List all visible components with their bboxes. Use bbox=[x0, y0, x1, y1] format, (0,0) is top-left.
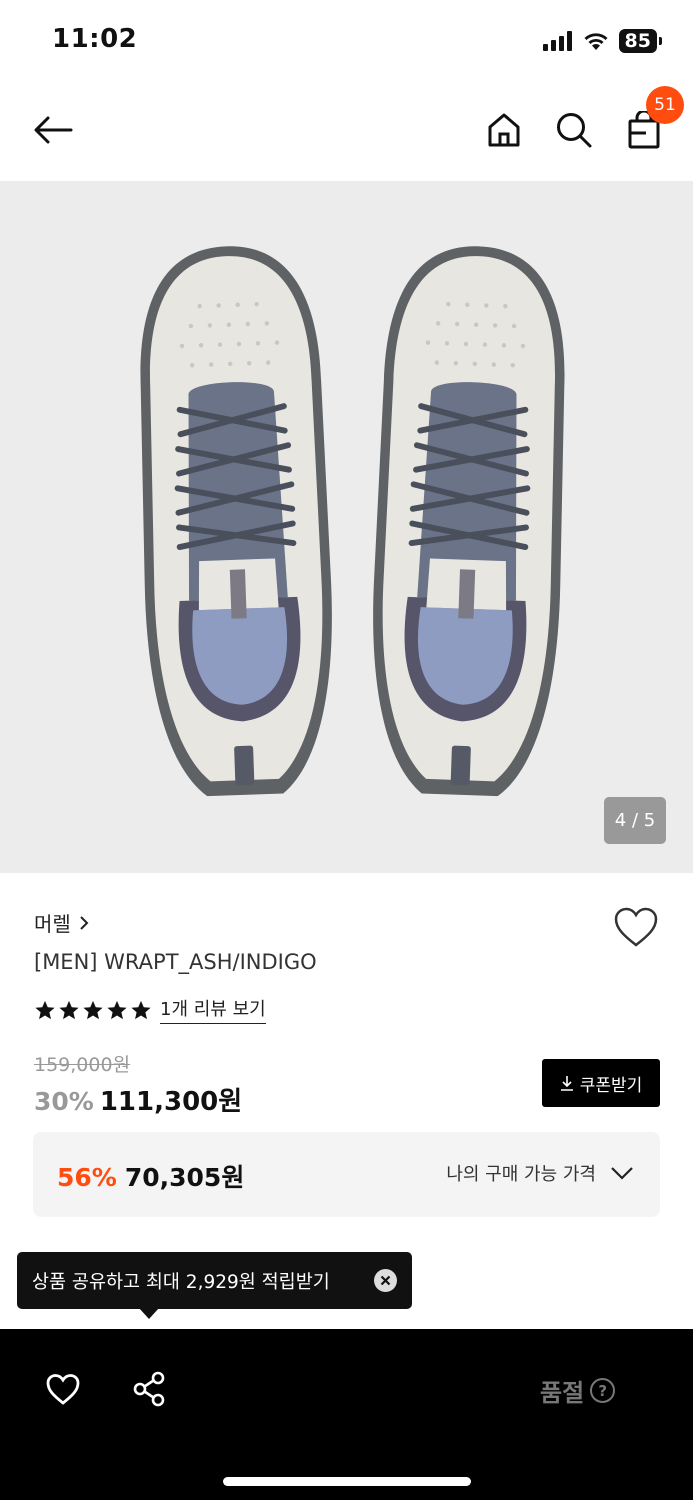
bottom-wishlist-button[interactable] bbox=[41, 1369, 85, 1409]
star-icon bbox=[59, 1000, 79, 1019]
arrow-left-icon bbox=[34, 116, 73, 144]
my-price-toggle[interactable]: 나의 구매 가능 가격 bbox=[446, 1160, 634, 1186]
battery-icon: 85 bbox=[618, 29, 663, 53]
chevron-right-icon bbox=[80, 915, 89, 930]
my-price-values: 56% 70,305원 bbox=[57, 1158, 244, 1194]
status-time: 11:02 bbox=[52, 24, 138, 54]
soldout-label: 품절 bbox=[540, 1379, 585, 1407]
share-icon bbox=[133, 1371, 165, 1407]
wifi-icon bbox=[584, 33, 608, 50]
price-row: 30% 111,300원 bbox=[34, 1081, 242, 1118]
back-button[interactable] bbox=[31, 108, 75, 152]
question-circle-icon: ? bbox=[590, 1378, 616, 1403]
status-bar: 11:02 85 bbox=[0, 0, 693, 80]
my-price-label: 나의 구매 가능 가격 bbox=[446, 1164, 596, 1185]
product-name: [MEN] WRAPT_ASH/INDIGO bbox=[34, 950, 317, 974]
star-icon bbox=[131, 1000, 151, 1019]
status-icons: 85 bbox=[542, 28, 663, 54]
my-price-box[interactable]: 56% 70,305원 나의 구매 가능 가격 bbox=[33, 1132, 660, 1217]
cellular-signal-icon bbox=[542, 31, 572, 51]
bottom-action-bar: 품절 ? bbox=[0, 1329, 693, 1500]
search-button[interactable] bbox=[552, 108, 596, 152]
heart-icon bbox=[614, 907, 658, 947]
image-counter: 4 / 5 bbox=[604, 797, 666, 844]
rating-stars bbox=[34, 999, 152, 1021]
product-image-gallery[interactable]: 4 / 5 bbox=[0, 181, 693, 873]
my-discount: 56% bbox=[57, 1163, 117, 1192]
rating-row: 1개 리뷰 보기 bbox=[34, 995, 266, 1024]
top-nav: 51 bbox=[0, 86, 693, 172]
star-icon bbox=[83, 1000, 103, 1019]
search-icon bbox=[557, 113, 592, 148]
coupon-download-button[interactable]: 쿠폰받기 bbox=[542, 1059, 660, 1107]
star-icon bbox=[35, 1000, 55, 1019]
brand-name: 머렐 bbox=[34, 912, 71, 936]
home-indicator bbox=[223, 1477, 471, 1486]
download-icon bbox=[560, 1076, 573, 1091]
heart-icon bbox=[46, 1374, 80, 1405]
soldout-status[interactable]: 품절 ? bbox=[540, 1373, 616, 1408]
star-icon bbox=[107, 1000, 127, 1019]
tooltip-close-button[interactable] bbox=[374, 1269, 397, 1292]
discount-rate: 30% bbox=[34, 1087, 94, 1116]
home-icon bbox=[488, 113, 520, 147]
coupon-label: 쿠폰받기 bbox=[579, 1075, 643, 1096]
my-price-amount: 70,305원 bbox=[124, 1163, 245, 1192]
home-button[interactable] bbox=[482, 108, 526, 152]
tooltip-text: 상품 공유하고 최대 2,929원 적립받기 bbox=[32, 1271, 330, 1293]
sale-price: 111,300원 bbox=[99, 1087, 243, 1117]
product-image bbox=[0, 181, 693, 873]
chevron-down-icon bbox=[611, 1167, 633, 1180]
cart-button[interactable]: 51 bbox=[622, 86, 684, 152]
share-button[interactable] bbox=[127, 1369, 171, 1409]
brand-link[interactable]: 머렐 bbox=[34, 908, 89, 937]
review-link[interactable]: 1개 리뷰 보기 bbox=[160, 995, 266, 1024]
share-reward-tooltip: 상품 공유하고 최대 2,929원 적립받기 bbox=[17, 1252, 412, 1319]
wishlist-button[interactable] bbox=[613, 906, 659, 948]
close-icon bbox=[380, 1275, 391, 1286]
original-price: 159,000원 bbox=[34, 1054, 131, 1076]
cart-count-badge: 51 bbox=[646, 86, 684, 124]
